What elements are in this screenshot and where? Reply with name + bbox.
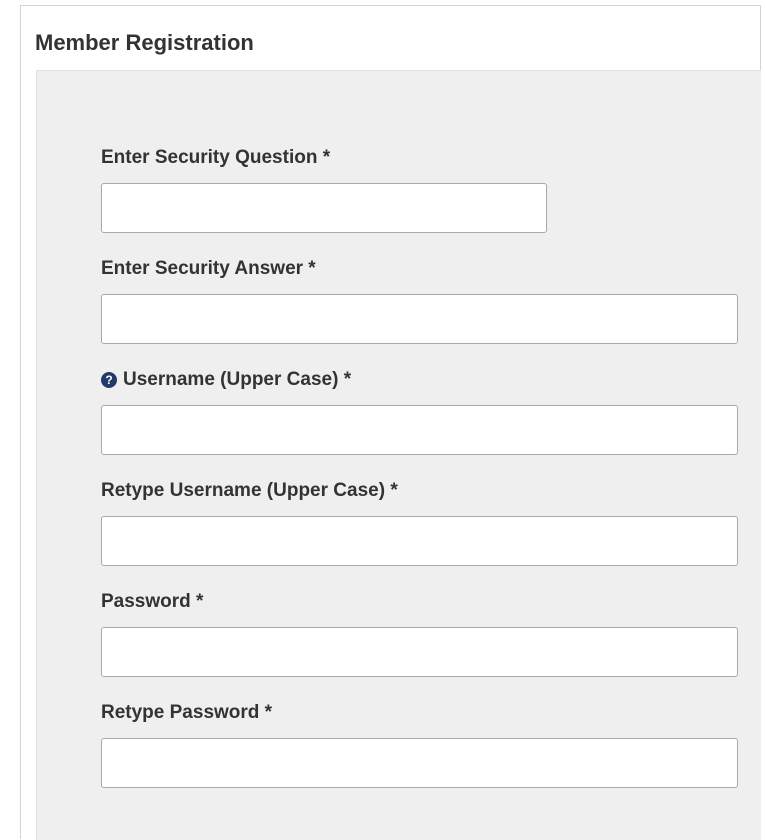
registration-form: Enter Security Question * Enter Security… bbox=[36, 70, 761, 840]
password-label-text: Password * bbox=[101, 591, 204, 612]
security-answer-label: Enter Security Answer * bbox=[101, 258, 316, 280]
security-question-label-text: Enter Security Question * bbox=[101, 147, 331, 168]
retype-password-label: Retype Password * bbox=[101, 702, 272, 724]
password-input[interactable] bbox=[101, 627, 738, 677]
security-answer-label-text: Enter Security Answer * bbox=[101, 258, 316, 279]
retype-password-label-text: Retype Password * bbox=[101, 702, 273, 723]
password-label: Password * bbox=[101, 591, 203, 613]
username-label-text: Username (Upper Case) * bbox=[123, 369, 352, 390]
page-title: Member Registration bbox=[35, 30, 254, 55]
registration-card: Member Registration Enter Security Quest… bbox=[20, 5, 761, 840]
security-answer-input[interactable] bbox=[101, 294, 738, 344]
username-input[interactable] bbox=[101, 405, 738, 455]
retype-username-label: Retype Username (Upper Case) * bbox=[101, 480, 398, 502]
retype-username-label-text: Retype Username (Upper Case) * bbox=[101, 480, 398, 501]
security-question-input[interactable] bbox=[101, 183, 547, 233]
retype-username-input[interactable] bbox=[101, 516, 738, 566]
question-circle-icon[interactable]: ? bbox=[101, 372, 117, 388]
security-question-label: Enter Security Question * bbox=[101, 147, 330, 169]
card-header: Member Registration bbox=[21, 6, 760, 70]
retype-password-input[interactable] bbox=[101, 738, 738, 788]
username-label: ? Username (Upper Case) * bbox=[101, 369, 351, 391]
